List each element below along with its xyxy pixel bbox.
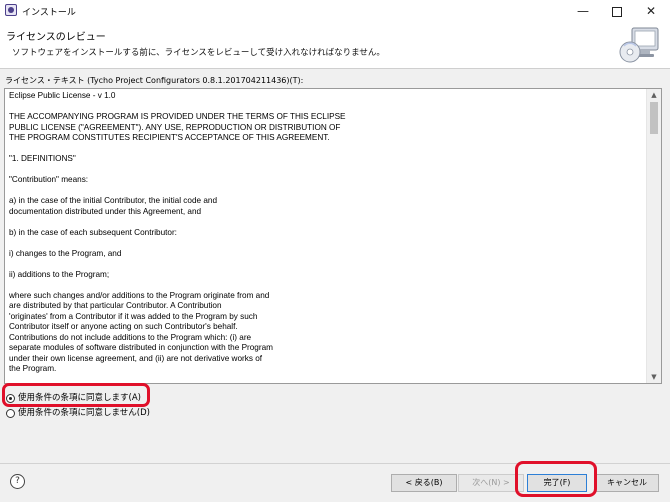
minimize-button[interactable]: — (566, 0, 600, 22)
scroll-down-arrow-icon[interactable]: ▼ (647, 371, 661, 383)
window-title: インストール (22, 8, 76, 18)
accept-radio-label: 使用条件の条項に同意します(A) (18, 393, 141, 403)
vertical-scrollbar[interactable]: ▲ ▼ (646, 89, 661, 383)
accept-terms-option[interactable]: 使用条件の条項に同意します(A) (6, 392, 141, 405)
finish-button[interactable]: 完了(F) (527, 474, 587, 492)
license-paragraph: "Contribution" means: (9, 175, 89, 184)
license-text-label: ライセンス・テキスト (Tycho Project Configurators … (5, 76, 304, 85)
scroll-up-arrow-icon[interactable]: ▲ (647, 89, 661, 101)
cancel-button[interactable]: キャンセル (595, 474, 659, 492)
next-button[interactable]: 次へ(N) > (458, 474, 524, 492)
title-bar: インストール — ✕ (0, 0, 670, 22)
license-paragraph: i) changes to the Program, and (9, 248, 122, 258)
license-paragraph: ii) additions to the Program; (9, 269, 110, 279)
help-icon[interactable]: ? (10, 474, 25, 489)
wizard-header: ライセンスのレビュー ソフトウェアをインストールする前に、ライセンスをレビューし… (0, 22, 670, 69)
decline-radio-label: 使用条件の条項に同意しません(D) (18, 408, 150, 418)
back-button[interactable]: < 戻る(B) (391, 474, 457, 492)
decline-terms-option[interactable]: 使用条件の条項に同意しません(D) (6, 407, 150, 420)
decline-radio[interactable] (6, 409, 15, 418)
close-button[interactable]: ✕ (634, 0, 668, 22)
install-wizard-icon (619, 27, 659, 63)
accept-radio[interactable] (6, 394, 15, 403)
license-text-area[interactable]: Eclipse Public License - v 1.0 THE ACCOM… (4, 88, 662, 384)
license-text-content: Eclipse Public License - v 1.0 THE ACCOM… (9, 91, 645, 383)
scroll-thumb[interactable] (650, 102, 658, 134)
license-paragraph: where such changes and/or additions to t… (9, 290, 273, 374)
page-title: ライセンスのレビュー (6, 32, 106, 43)
maximize-button[interactable] (600, 0, 634, 22)
page-description: ソフトウェアをインストールする前に、ライセンスをレビューして受け入れなければなり… (12, 48, 385, 58)
footer-separator (0, 463, 670, 464)
eclipse-app-icon (5, 4, 17, 16)
license-paragraph: "1. DEFINITIONS" (9, 154, 76, 163)
license-paragraph: a) in the case of the initial Contributo… (9, 196, 217, 216)
maximize-icon (612, 6, 622, 17)
license-paragraph: Eclipse Public License - v 1.0 (9, 91, 116, 100)
license-paragraph: THE ACCOMPANYING PROGRAM IS PROVIDED UND… (9, 112, 346, 142)
license-paragraph: b) in the case of each subsequent Contri… (9, 227, 177, 237)
